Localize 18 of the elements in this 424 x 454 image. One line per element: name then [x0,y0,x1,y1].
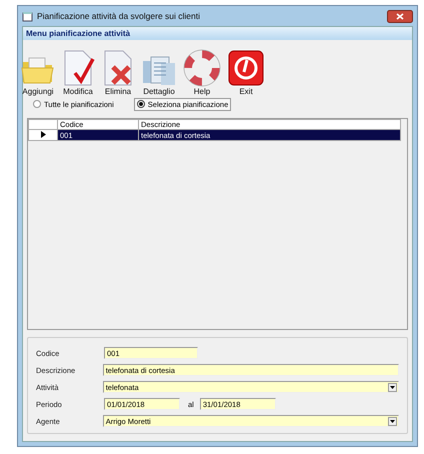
power-icon [227,49,265,87]
delete-button[interactable]: Elimina [98,42,138,96]
folder-button[interactable]: Aggiungi [18,42,58,96]
dropdown-arrow-icon[interactable] [390,386,395,388]
exit-button[interactable]: Exit [224,42,268,96]
menu-title[interactable]: Menu pianificazione attività [26,29,130,38]
close-icon[interactable] [387,10,413,22]
window-title: Pianificazione attività da svolgere sui clienti [37,11,202,21]
lifebuoy-icon [183,49,221,87]
radio-button[interactable] [33,100,41,108]
edit-button[interactable]: Modifica [58,42,98,96]
row-header-corner [28,120,58,130]
dropdown-arrow-icon[interactable] [390,420,395,422]
radio-button[interactable] [136,100,145,108]
row-pointer-icon [40,130,46,138]
detail-button[interactable]: Dettaglio [138,42,180,96]
help-button[interactable]: Help [180,42,224,96]
app-icon [22,10,33,22]
